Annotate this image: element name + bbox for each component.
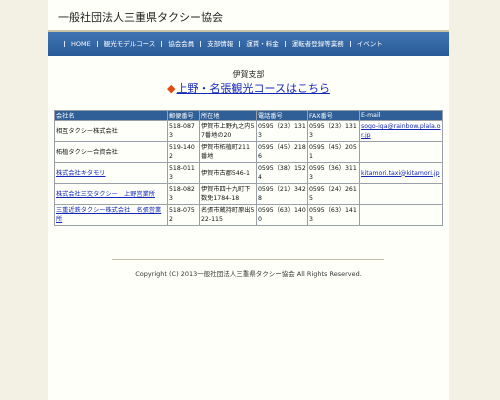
member-table: 会社名 郵便番号 所在地 電話番号 FAX番号 E-mail 相互タクシー株式会… [54,110,443,226]
header-address: 所在地 [199,110,257,121]
branch-title: 伊賀支部 [232,70,265,79]
email-link[interactable]: kitamori.taxi@kitamori.jp [359,162,443,184]
header-postal: 郵便番号 [167,110,200,121]
header-company: 会社名 [54,110,168,121]
table-header-row: 会社名 郵便番号 所在地 電話番号 FAX番号 E-mail [54,110,443,121]
header-fax: FAX番号 [307,110,360,121]
course-link-row: ◆上野・名張観光コースはこちら [48,80,449,96]
main-nav: HOME 観光モデルコース 協会会員 支部情報 運賃・料金 運転者登録等業務 イベント [48,30,449,56]
company-name-link[interactable]: 株式会社キタモリ [54,162,168,184]
nav-item-members[interactable]: 協会会員 [161,41,200,47]
address: 伊賀市四十九町下数免1784-18 [199,183,257,205]
phone: 0595（45）2186 [256,141,308,163]
fax: 0595（24）2615 [307,183,360,205]
phone: 0595（21）3428 [256,183,308,205]
company-name-link[interactable]: 三重近鉄タクシー株式会社 名張営業所 [54,204,168,226]
table-row: 相互タクシー株式会社 518-0873 伊賀市上野丸之内57番地の20 0595… [54,120,443,142]
address: 伊賀市柘植町211番地 [199,141,257,163]
diamond-bullet-icon: ◆ [167,82,176,95]
email-link[interactable]: sogo-iga@rainbow.plala.or.jp [359,120,443,142]
postal-code: 518-0752 [167,204,200,226]
phone: 0595（63）1400 [256,204,308,226]
nav-item-events[interactable]: イベント [349,41,389,47]
fax: 0595（23）1313 [307,120,360,142]
table-row: 三重近鉄タクシー株式会社 名張営業所 518-0752 名張市蔵持町原出522-… [54,204,443,226]
fax: 0595（36）3113 [307,162,360,184]
phone: 0595（38）1524 [256,162,308,184]
nav-item-model-course[interactable]: 観光モデルコース [96,41,162,47]
company-name: 柘植タクシー合資会社 [54,141,168,163]
phone: 0595（23）1313 [256,120,308,142]
footer-copyright: Copyright (C) 2013一般社団法人三重県タクシー協会 All Ri… [135,270,362,278]
email [359,204,443,226]
nav-item-branches[interactable]: 支部情報 [200,41,239,47]
postal-code: 519-1402 [167,141,200,163]
nav-item-driver-registration[interactable]: 運転者登録等業務 [284,41,350,47]
company-name-link[interactable]: 株式会社三交タクシー 上野営業所 [54,183,168,205]
table-row: 株式会社キタモリ 518-0113 伊賀市古郡546-1 0595（38）152… [54,162,443,184]
postal-code: 518-0873 [167,120,200,142]
postal-code: 518-0113 [167,162,200,184]
header-email: E-mail [359,110,443,121]
course-link[interactable]: 上野・名張観光コースはこちら [177,82,330,95]
address: 伊賀市上野丸之内57番地の20 [199,120,257,142]
email [359,141,443,163]
table-row: 柘植タクシー合資会社 519-1402 伊賀市柘植町211番地 0595（45）… [54,141,443,163]
footer-divider [112,259,384,260]
nav-item-home[interactable]: HOME [64,41,97,47]
address: 伊賀市古郡546-1 [199,162,257,184]
table-row: 株式会社三交タクシー 上野営業所 518-0823 伊賀市四十九町下数免1784… [54,183,443,205]
fax: 0595（63）1413 [307,204,360,226]
header-phone: 電話番号 [256,110,308,121]
fax: 0595（45）2051 [307,141,360,163]
postal-code: 518-0823 [167,183,200,205]
email [359,183,443,205]
site-title[interactable]: 一般社団法人三重県タクシー協会 [58,9,223,25]
nav-item-fares[interactable]: 運賃・料金 [239,41,285,47]
company-name: 相互タクシー株式会社 [54,120,168,142]
address: 名張市蔵持町原出522-115 [199,204,257,226]
